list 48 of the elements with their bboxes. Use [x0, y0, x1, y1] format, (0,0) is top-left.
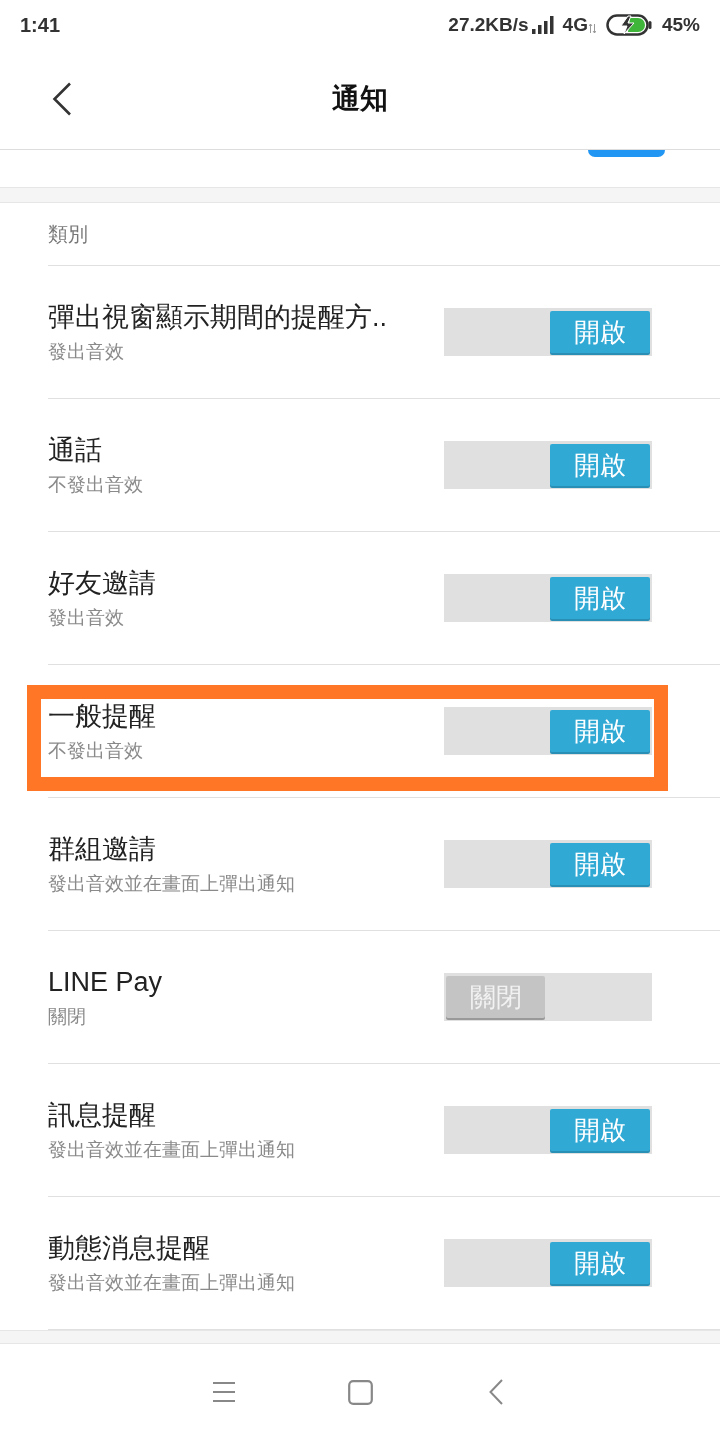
- toggle-button[interactable]: 開啟: [550, 577, 650, 620]
- setting-description: 發出音效並在畫面上彈出通知: [48, 1138, 295, 1163]
- setting-description: 發出音效: [48, 340, 125, 365]
- toggle-track[interactable]: 開啟: [444, 1239, 652, 1288]
- toggle-track[interactable]: 開啟: [444, 574, 652, 623]
- setting-description: 不發出音效: [48, 739, 144, 764]
- setting-title: 通話: [48, 434, 103, 468]
- recent-apps-button[interactable]: [211, 1380, 237, 1405]
- section-header: 類別: [48, 222, 88, 248]
- toggle-button[interactable]: 開啟: [550, 444, 650, 487]
- nav-back-button[interactable]: [488, 1379, 504, 1406]
- setting-title: 群組邀請: [48, 833, 157, 867]
- menu-icon: [212, 1381, 236, 1404]
- data-arrows-icon: [588, 24, 596, 34]
- setting-title: 好友邀請: [48, 567, 156, 601]
- setting-title: 彈出視窗顯示期間的提醒方..: [48, 301, 387, 335]
- square-icon: [347, 1379, 373, 1405]
- setting-description: 發出音效: [48, 606, 125, 631]
- toggle-button[interactable]: 開啟: [550, 843, 650, 886]
- setting-title: LINE Pay: [48, 966, 163, 1000]
- toggle-track[interactable]: 開啟: [444, 840, 652, 889]
- toggle-track[interactable]: 開啟: [444, 308, 652, 357]
- setting-description: 關閉: [48, 1005, 87, 1030]
- setting-title: 一般提醒: [48, 700, 156, 734]
- network-type: 4G: [562, 12, 588, 37]
- setting-description: 不發出音效: [48, 473, 143, 498]
- battery-charging-icon: [605, 13, 652, 36]
- setting-description: 發出音效並在畫面上彈出通知: [48, 872, 295, 897]
- back-chevron-icon: [52, 82, 72, 117]
- battery-percentage: 45%: [661, 12, 700, 37]
- toggle-button[interactable]: 開啟: [550, 311, 650, 354]
- home-button[interactable]: [347, 1379, 373, 1406]
- toggle-button[interactable]: 開啟: [550, 1242, 650, 1285]
- setting-description: 發出音效並在畫面上彈出通知: [48, 1271, 295, 1296]
- network-speed: 27.2KB/s: [448, 12, 529, 37]
- status-time: 1:41: [20, 12, 61, 38]
- setting-title: 訊息提醒: [48, 1099, 157, 1133]
- toggle-track[interactable]: 開啟: [444, 707, 652, 756]
- signal-icon: [531, 15, 554, 34]
- back-chevron-icon: [489, 1379, 503, 1406]
- back-button[interactable]: [50, 81, 74, 118]
- toggle-button[interactable]: 開啟: [550, 1109, 650, 1152]
- toggle-track[interactable]: 開啟: [444, 441, 652, 490]
- toggle-button[interactable]: 開啟: [550, 710, 650, 753]
- setting-title: 動態消息提醒: [48, 1232, 211, 1266]
- toggle-switch[interactable]: [588, 149, 665, 157]
- page-title: 通知: [332, 82, 388, 117]
- toggle-track[interactable]: 開啟: [444, 1106, 652, 1155]
